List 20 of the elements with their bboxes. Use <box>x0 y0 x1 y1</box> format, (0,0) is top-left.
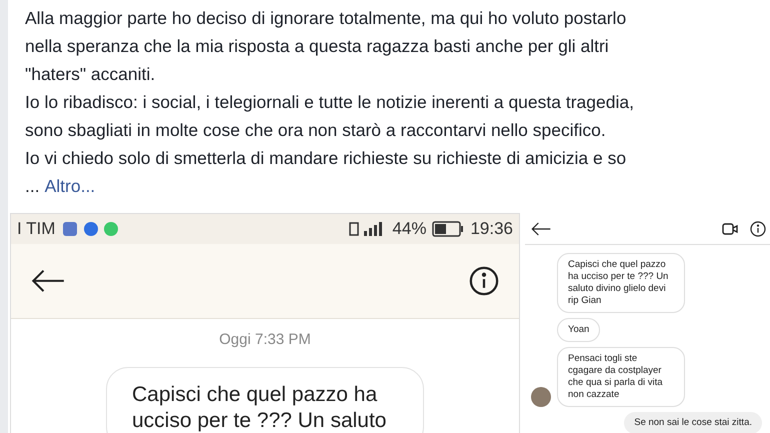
battery-icon <box>432 221 464 237</box>
message-bubble: Capisci che quel pazzo ha ucciso per te ??? Un saluto <box>106 366 424 433</box>
ellipsis: ... <box>25 175 40 198</box>
info-icon[interactable] <box>469 266 499 296</box>
clock: 19:36 <box>470 218 513 240</box>
back-arrow-icon[interactable] <box>531 222 551 236</box>
battery-percent: 44% <box>392 218 426 240</box>
post-paragraph: Io lo ribadisco: i social, i telegiornali e tutte le notizie inerenti a questa tragedia, sono sbagliati in molte cose che ora non starò a raccontarvi nello specifico. <box>25 91 634 142</box>
message-bubble: Yoan <box>557 318 600 342</box>
date-label: Oggi 7:33 PM <box>219 330 311 350</box>
message-bubble: Se non sai le cose stai zitta. <box>624 412 762 433</box>
back-arrow-icon[interactable] <box>31 269 65 293</box>
carrier-label: I TIM <box>17 218 56 240</box>
post-paragraph: Alla maggior parte ho deciso di ignorare totalmente, ma qui ho voluto postarlo nella speranza che la mia risposta a questa ragazza basti anche per gli altri "haters" accaniti. <box>25 7 626 86</box>
message-bubble: Capisci che quel pazzo ha ucciso per te ??? Un saluto divino glielo devi rip Gian <box>557 253 685 313</box>
post-paragraph: Io vi chiedo solo di smetterla di mandare richieste su richieste di amicizia e so <box>25 147 626 170</box>
message-bubble: Pensaci togli ste cgagare da costplayer che qua si parla di vita non cazzate <box>557 347 685 407</box>
info-icon[interactable] <box>750 220 766 236</box>
more-link[interactable]: Altro... <box>44 172 96 200</box>
video-camera-icon[interactable] <box>722 222 738 236</box>
